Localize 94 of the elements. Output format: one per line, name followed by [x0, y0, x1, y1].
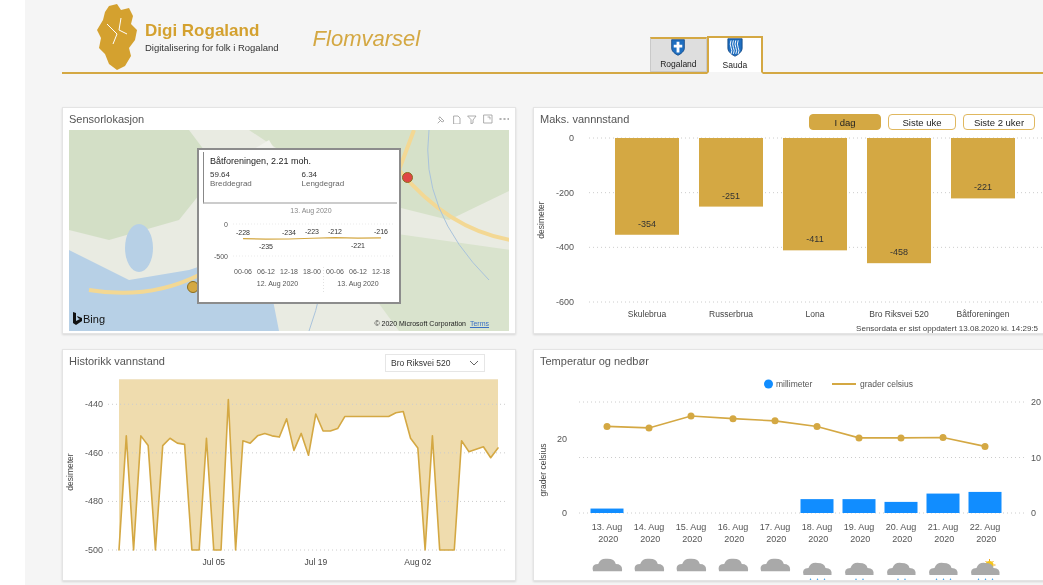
- axis-label: -460: [85, 447, 103, 458]
- chevron-down-icon[interactable]: [469, 360, 479, 366]
- data-point: [897, 434, 905, 442]
- axis-title: desimeter: [65, 453, 75, 491]
- axis-label: 0: [562, 508, 567, 518]
- bing-logo-icon: [73, 312, 82, 325]
- sun-rain-cloud-icon: [969, 558, 1001, 580]
- data-point: [939, 434, 947, 441]
- axis-label: 21. Aug 2020: [927, 522, 959, 544]
- cloud-icon: [591, 558, 623, 572]
- filter-icon[interactable]: [467, 114, 477, 124]
- axis-label: 22. Aug 2020: [969, 522, 1001, 544]
- card-title: Sensorlokasjon: [69, 113, 145, 125]
- data-label: -411: [806, 234, 824, 245]
- logo-title: Digi Rogaland: [145, 21, 261, 41]
- data-point: [729, 415, 737, 423]
- period-button[interactable]: I dag: [809, 114, 881, 130]
- axis-label: 20. Aug 2020: [885, 522, 917, 544]
- axis-title: grader celsius: [538, 443, 548, 497]
- axis-label: 14. Aug 2020: [633, 522, 665, 544]
- axis-label: -480: [85, 496, 103, 507]
- bar: [590, 508, 624, 513]
- axis-label: 17. Aug 2020: [759, 522, 791, 544]
- field-label: Lengdegrad: [301, 179, 346, 188]
- axis-label: Bro Riksvei 520: [869, 309, 929, 319]
- copy-icon[interactable]: [451, 114, 461, 124]
- axis-label: 16. Aug 2020: [717, 522, 749, 544]
- legend-label: millimeter: [776, 379, 813, 389]
- logo-subtitle: Digitalisering for folk i Rogaland: [145, 42, 279, 53]
- update-note: Sensordata er sist oppdatert 13.08.2020 kl. 14:29:5: [855, 324, 1039, 333]
- data-point: [855, 434, 863, 442]
- pin-icon[interactable]: [435, 114, 445, 124]
- data-label: -354: [638, 218, 656, 229]
- axis-label: 20: [557, 434, 567, 444]
- data-point: [645, 424, 653, 432]
- axis-label: 13. Aug 2020: [591, 522, 623, 544]
- region-map-logo: [95, 4, 139, 70]
- bar: [800, 499, 834, 513]
- legend-label: grader celsius: [860, 379, 913, 389]
- period-button[interactable]: Siste 2 uker: [963, 114, 1035, 130]
- axis-label: Skulebrua: [627, 309, 667, 319]
- axis-label: -440: [85, 399, 103, 410]
- station-dropdown[interactable]: Bro Riksvei 520: [385, 354, 485, 372]
- cloud-icon: [759, 558, 791, 572]
- data-point: [603, 422, 611, 430]
- field-label: Breddegrad: [210, 179, 253, 188]
- map-logo-text: Bing: [83, 312, 106, 325]
- axis-label: Lona: [805, 309, 825, 319]
- cloud-icon: [717, 558, 749, 572]
- map-marker-icon[interactable]: [402, 172, 413, 183]
- axis-label: -400: [556, 242, 574, 253]
- bar: [926, 493, 960, 513]
- bar: [699, 138, 763, 207]
- tooltip-title: Båtforeningen, 2.21 moh.: [210, 156, 313, 166]
- data-label: -251: [722, 190, 740, 201]
- axis-label: 10: [1031, 452, 1041, 463]
- axis-label: -600: [556, 297, 574, 307]
- axis-label: 18. Aug 2020: [801, 522, 833, 544]
- bar: [968, 491, 1002, 513]
- axis-title: desimeter: [536, 201, 546, 239]
- shield-waves-icon: [724, 38, 745, 57]
- data-point: [687, 412, 695, 420]
- data-label: -458: [890, 247, 908, 258]
- bar: [884, 501, 918, 513]
- card-title: Maks. vannnstand: [540, 113, 630, 125]
- period-button[interactable]: Siste uke: [888, 114, 956, 130]
- axis-label: -500: [85, 545, 103, 555]
- axis-label: 19. Aug 2020: [843, 522, 875, 544]
- bar: [951, 138, 1015, 199]
- data-point: [981, 442, 989, 450]
- axis-label: -200: [556, 187, 574, 198]
- axis-label: Båtforeningen: [956, 309, 1010, 319]
- axis-label: Aug 02: [404, 557, 432, 567]
- field-value: 59.64: [210, 170, 232, 179]
- field-value: 6.34: [301, 170, 319, 179]
- data-point: [771, 417, 779, 425]
- axis-label: Jul 19: [304, 557, 328, 567]
- region-tab[interactable]: Rogaland: [650, 37, 707, 72]
- region-tab[interactable]: Sauda: [706, 36, 764, 74]
- focus-mode-icon[interactable]: [483, 114, 493, 124]
- bar: [842, 499, 876, 513]
- card-title: Temperatur og nedbør: [540, 355, 649, 367]
- cloud-icon: [633, 558, 665, 572]
- axis-label: Russerbrua: [709, 309, 753, 319]
- data-point: [813, 422, 821, 430]
- data-label: -221: [974, 182, 992, 193]
- axis-label: 0: [1031, 508, 1036, 518]
- cloud-icon: [675, 558, 707, 572]
- page-title: Flomvarsel: [312, 26, 421, 52]
- card-title: Historikk vannstand: [69, 355, 165, 367]
- axis-label: 15. Aug 2020: [675, 522, 707, 544]
- axis-label: 0: [569, 133, 574, 143]
- axis-label: 20: [1031, 397, 1041, 407]
- axis-label: Jul 05: [202, 557, 226, 567]
